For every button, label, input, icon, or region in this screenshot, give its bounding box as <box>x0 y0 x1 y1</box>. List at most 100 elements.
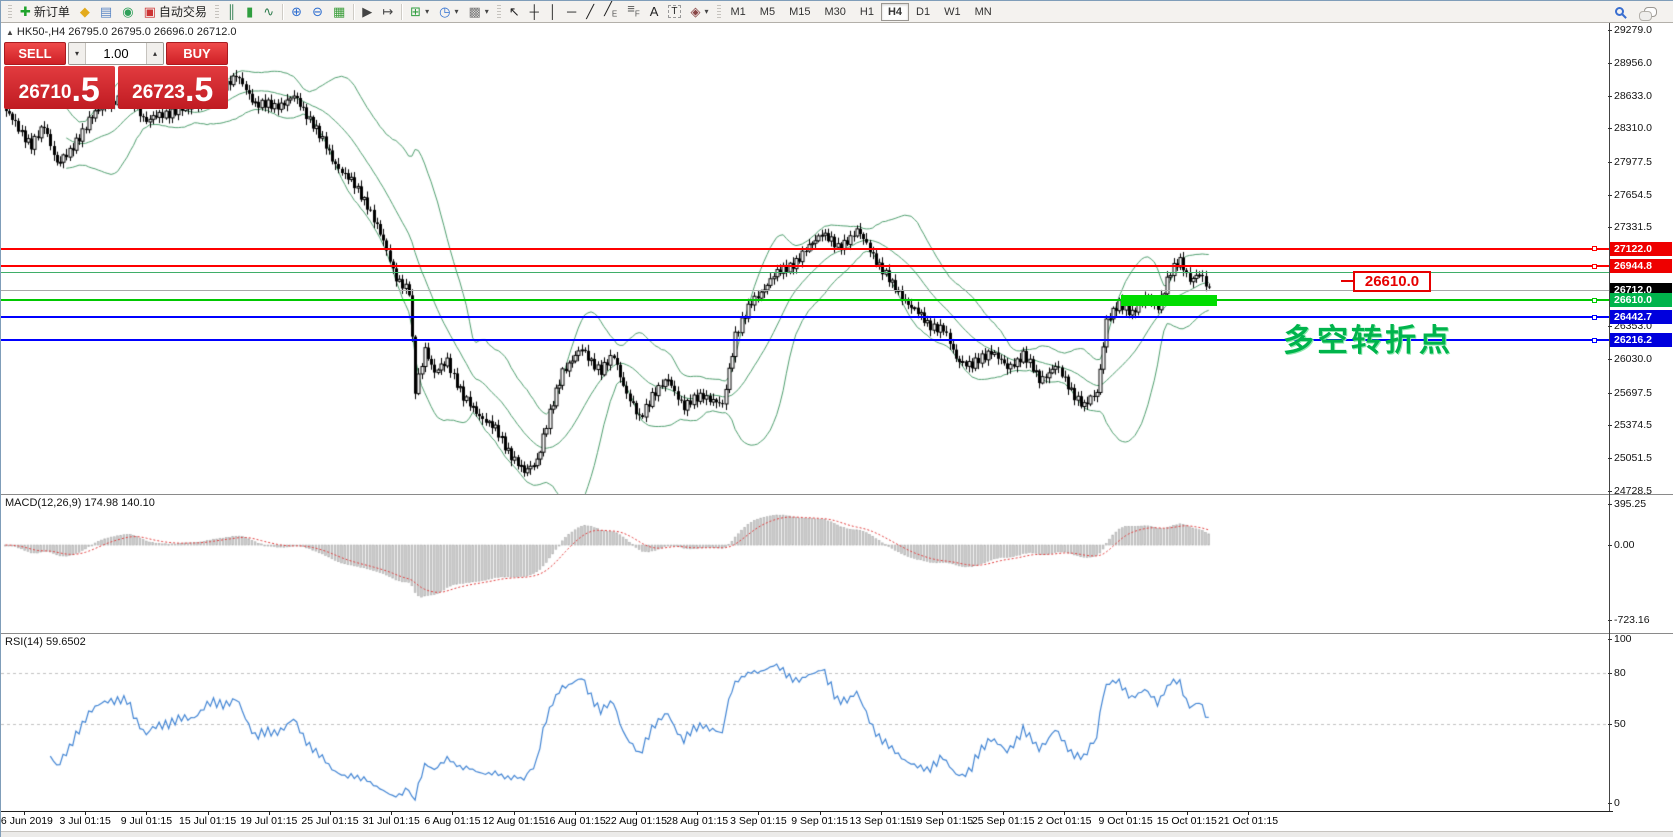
new-chart-button[interactable]: ⊞▾ <box>405 2 434 22</box>
bar-chart-button[interactable]: ║ <box>222 2 241 22</box>
timeframe-h4-button[interactable]: H4 <box>881 3 909 21</box>
date-axis-tick <box>1064 811 1065 815</box>
toolbar-separator <box>282 4 283 20</box>
date-axis-tick <box>452 811 453 815</box>
timeframe-d1-button[interactable]: D1 <box>909 3 937 21</box>
price-axis-tag: 26442.7 <box>1610 310 1672 324</box>
date-axis-tick <box>391 811 392 815</box>
toolbar-grip[interactable] <box>215 5 219 19</box>
price-axis-tick: 24728.5 <box>1614 485 1652 497</box>
line-anchor-handle[interactable] <box>1592 315 1597 320</box>
toolbar-grip[interactable] <box>497 5 501 19</box>
periods-caret-icon[interactable]: ▾ <box>454 7 458 16</box>
data-window-button[interactable]: ▤ <box>95 2 117 22</box>
date-axis-label: 25 Sep 01:15 <box>972 815 1034 827</box>
date-axis-label: 9 Sep 01:15 <box>791 815 848 827</box>
sell-button[interactable]: SELL <box>4 42 66 65</box>
auto-scroll-button[interactable]: ▶ <box>357 2 377 22</box>
equidistant-channel-button[interactable]: ╱E <box>599 2 622 22</box>
chart-shift-button[interactable]: ↦ <box>377 2 398 22</box>
macd-axis-tick: 395.25 <box>1614 498 1646 510</box>
zoom-in-button[interactable]: ⊕ <box>286 2 307 22</box>
arrows-caret-icon[interactable]: ▾ <box>705 7 709 16</box>
line-anchor-handle[interactable] <box>1592 246 1597 251</box>
date-axis-label: 26 Jun 2019 <box>0 815 53 827</box>
data-window-icon: ▤ <box>100 5 112 18</box>
sell-price-display[interactable]: 26710.5 <box>4 66 115 109</box>
timeframe-m15-button[interactable]: M15 <box>782 3 817 21</box>
buy-button[interactable]: BUY <box>166 42 228 65</box>
templates-button[interactable]: ▩▾ <box>463 2 493 22</box>
vertical-line-icon: │ <box>549 5 557 18</box>
key-zone-highlight[interactable] <box>1121 295 1217 306</box>
signals-button[interactable]: ◉ <box>117 2 138 22</box>
periods-button[interactable]: ◷▾ <box>434 2 463 22</box>
date-axis-tick <box>575 811 576 815</box>
date-axis-label: 28 Aug 01:15 <box>666 815 728 827</box>
cursor-icon: ↖ <box>509 5 520 18</box>
tile-windows-button[interactable]: ▦ <box>328 2 350 22</box>
toolbar-grip[interactable] <box>717 5 721 19</box>
macd-pane-separator[interactable] <box>1 494 1673 495</box>
timeframe-h1-button[interactable]: H1 <box>853 3 881 21</box>
rsi-axis-tick: 80 <box>1614 667 1626 679</box>
market-watch-button[interactable]: ◆ <box>75 2 95 22</box>
timeframe-m30-button[interactable]: M30 <box>817 3 852 21</box>
horizontal-line-object[interactable] <box>1 265 1609 267</box>
price-axis-tick: 25374.5 <box>1614 419 1652 431</box>
horizontal-line-object[interactable] <box>1 299 1609 301</box>
price-axis-tick: 25697.5 <box>1614 387 1652 399</box>
buy-price-display[interactable]: 26723.5 <box>118 66 229 109</box>
new-chart-caret-icon[interactable]: ▾ <box>425 7 429 16</box>
line-anchor-handle[interactable] <box>1592 338 1597 343</box>
timeframe-m1-button[interactable]: M1 <box>724 3 753 21</box>
price-axis-tag: 26610.0 <box>1610 293 1672 307</box>
auto-trading-button[interactable]: ▣自动交易 <box>139 2 212 22</box>
chart-canvas[interactable] <box>1 23 1609 811</box>
turning-point-annotation[interactable]: 多空转折点 <box>1283 315 1453 360</box>
cursor-button[interactable]: ↖ <box>504 2 525 22</box>
date-axis-label: 25 Jul 01:15 <box>301 815 358 827</box>
crosshair-button[interactable]: ┼ <box>525 2 544 22</box>
line-chart-button[interactable]: ∿ <box>258 2 279 22</box>
templates-caret-icon[interactable]: ▾ <box>485 7 489 16</box>
main-toolbar: ✚新订单◆ ▤ ◉ ▣自动交易 ║▮∿ ⊕⊖▦ ▶↦ ⊞▾◷▾▩▾ ↖ ┼ │ ─╱╱E≡FAT◈▾ M… <box>1 1 1673 23</box>
chat-button[interactable] <box>1639 2 1662 22</box>
rsi-axis-tick: 100 <box>1614 633 1632 645</box>
text-label-button[interactable]: T <box>663 2 685 22</box>
arrows-button[interactable]: ◈▾ <box>686 2 714 22</box>
rsi-axis-tick: 0 <box>1614 797 1620 809</box>
candlestick-chart-button[interactable]: ▮ <box>241 2 258 22</box>
horizontal-line-button[interactable]: ─ <box>562 2 581 22</box>
trendline-button[interactable]: ╱ <box>581 2 599 22</box>
timeframe-m5-button[interactable]: M5 <box>753 3 782 21</box>
date-axis-label: 19 Sep 01:15 <box>911 815 973 827</box>
key-level-price-box[interactable]: 26610.0 <box>1353 271 1431 292</box>
fibonacci-button[interactable]: ≡F <box>622 2 644 22</box>
text-button[interactable]: A <box>645 2 664 22</box>
zoom-out-button[interactable]: ⊖ <box>307 2 328 22</box>
date-axis-label: 15 Oct 01:15 <box>1157 815 1217 827</box>
volume-decrease-button[interactable]: ▾ <box>69 43 86 64</box>
date-axis-tick <box>1003 811 1004 815</box>
search-button[interactable] <box>1610 2 1629 22</box>
timeframe-w1-button[interactable]: W1 <box>937 3 968 21</box>
horizontal-line-object[interactable] <box>1 248 1609 250</box>
line-anchor-handle[interactable] <box>1592 264 1597 269</box>
volume-increase-button[interactable]: ▴ <box>146 43 163 64</box>
new-order-button[interactable]: ✚新订单 <box>15 2 75 22</box>
date-axis-tick <box>24 811 25 815</box>
collapse-panel-icon[interactable]: ▲ <box>6 28 14 37</box>
volume-input[interactable]: 1.00 <box>86 43 146 64</box>
sell-price-main: 26710 <box>19 80 72 106</box>
toolbar-grip[interactable] <box>8 5 12 19</box>
volume-stepper: ▾ 1.00 ▴ <box>68 42 164 65</box>
date-axis-tick <box>1126 811 1127 815</box>
rsi-pane-separator[interactable] <box>1 633 1673 634</box>
line-anchor-handle[interactable] <box>1592 298 1597 303</box>
date-axis-label: 3 Sep 01:15 <box>730 815 787 827</box>
vertical-line-button[interactable]: │ <box>544 2 562 22</box>
mt4-window: ✚新订单◆ ▤ ◉ ▣自动交易 ║▮∿ ⊕⊖▦ ▶↦ ⊞▾◷▾▩▾ ↖ ┼ │ ─╱╱E≡FAT◈▾ M… <box>0 0 1673 837</box>
signals-icon: ◉ <box>122 5 133 18</box>
timeframe-mn-button[interactable]: MN <box>968 3 999 21</box>
